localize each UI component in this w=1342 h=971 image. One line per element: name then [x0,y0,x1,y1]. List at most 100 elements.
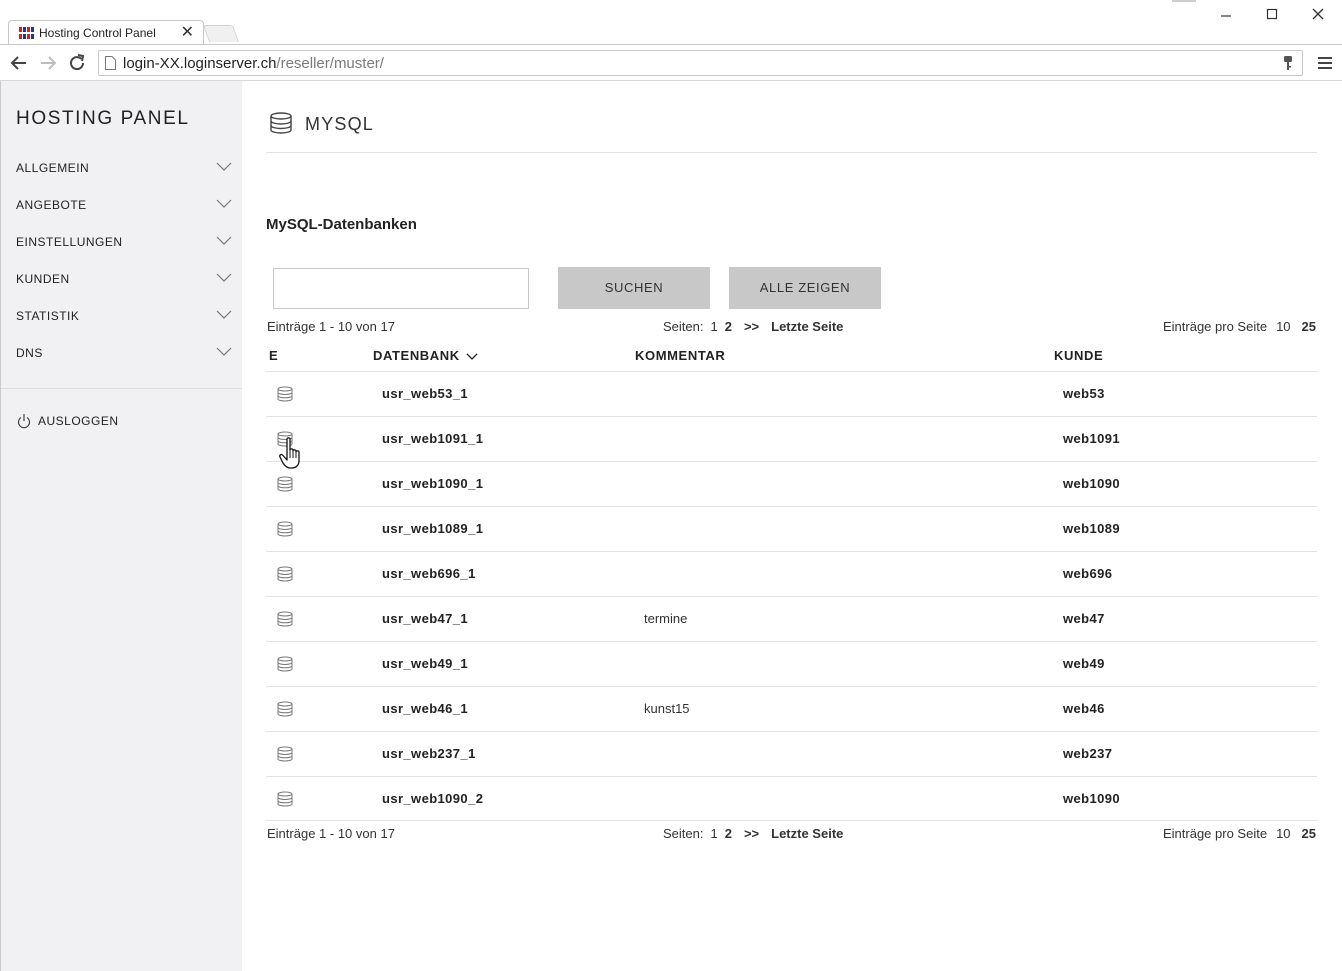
last-page-link[interactable]: Letzte Seite [771,319,843,334]
new-tab-button[interactable] [202,25,240,42]
sidebar-item-label: ANGEBOTE [16,198,87,212]
customer-name[interactable]: web46 [1063,701,1105,716]
customer-name[interactable]: web1091 [1063,431,1120,446]
pages-label: Seiten: [663,319,704,334]
column-header-datenbank[interactable]: DATENBANK [373,348,478,363]
per-page-25[interactable]: 25 [1302,826,1316,841]
last-page-link[interactable]: Letzte Seite [771,826,843,841]
sidebar-item-label: STATISTIK [16,309,80,323]
customer-name[interactable]: web47 [1063,611,1105,626]
page-link-2[interactable]: 2 [725,319,732,334]
page-link-1[interactable]: 1 [710,319,717,334]
sidebar-item-statistik[interactable]: STATISTIK [1,298,243,334]
sidebar-item-label: DNS [16,346,43,360]
customer-name[interactable]: web53 [1063,386,1105,401]
per-page-label: Einträge pro Seite [1162,826,1268,841]
database-icon[interactable] [277,611,293,627]
page-link-2[interactable]: 2 [725,826,732,841]
database-icon[interactable] [277,791,293,807]
per-page: Einträge pro Seite 10 25 [1163,319,1316,334]
pager-top: Einträge 1 - 10 von 17 Seiten: 1 2 >> Letzte… [266,319,1317,337]
show-all-button[interactable]: ALLE ZEIGEN [729,267,881,309]
chevron-down-icon [216,347,232,356]
column-header-kommentar[interactable]: KOMMENTAR [635,348,725,363]
customer-name[interactable]: web49 [1063,656,1105,671]
database-name[interactable]: usr_web46_1 [382,701,468,716]
database-name[interactable]: usr_web53_1 [382,386,468,401]
key-icon[interactable] [1282,55,1294,71]
page-link-1[interactable]: 1 [710,826,717,841]
database-name[interactable]: usr_web1090_1 [382,476,483,491]
table-row: usr_web1091_1 web1091 [266,416,1317,461]
hand-pointer-icon [279,437,300,469]
customer-name[interactable]: web1090 [1063,791,1120,806]
reload-icon[interactable] [65,51,89,75]
maximize-icon[interactable] [1249,4,1295,26]
chevron-down-icon [216,162,232,171]
per-page-25[interactable]: 25 [1302,319,1316,334]
database-name[interactable]: usr_web696_1 [382,566,476,581]
browser-tab[interactable]: Hosting Control Panel ✕ [8,20,204,45]
sidebar-item-dns[interactable]: DNS [1,335,243,371]
database-icon[interactable] [277,521,293,537]
customer-name[interactable]: web1089 [1063,521,1120,536]
table-row: usr_web1089_1 web1089 [266,506,1317,551]
back-icon[interactable] [7,51,31,75]
sidebar-item-angebote[interactable]: ANGEBOTE [1,187,243,223]
page-title: MYSQL [305,114,375,134]
next-page-link[interactable]: >> [744,826,759,841]
customer-name[interactable]: web237 [1063,746,1112,761]
forward-icon[interactable] [36,51,60,75]
sidebar-item-kunden[interactable]: KUNDEN [1,261,243,297]
sidebar-item-allgemein[interactable]: ALLGEMEIN [1,150,243,186]
pagination: Seiten: 1 2 >> Letzte Seite [663,319,843,334]
search-input[interactable] [273,268,529,309]
table-row: usr_web237_1 web237 [266,731,1317,776]
customer-name[interactable]: web696 [1063,566,1112,581]
database-icon[interactable] [277,386,293,402]
per-page-10[interactable]: 10 [1276,319,1290,334]
database-name[interactable]: usr_web1089_1 [382,521,483,536]
browser-toolbar: login-XX.loginserver.ch/reseller/muster/ [0,44,1342,81]
browser-menu-icon[interactable] [1318,56,1332,70]
sidebar-item-label: ALLGEMEIN [16,161,90,175]
column-header-kunde[interactable]: KUNDE [1054,348,1103,363]
database-icon[interactable] [277,476,293,492]
database-icon[interactable] [277,566,293,582]
logout-label: AUSLOGGEN [38,414,119,428]
main-content: MYSQL MySQL-Datenbanken SUCHEN ALLE ZEIG… [242,81,1342,971]
column-header-e[interactable]: E [269,348,278,363]
address-bar[interactable]: login-XX.loginserver.ch/reseller/muster/ [98,50,1303,76]
database-name[interactable]: usr_web1090_2 [382,791,483,806]
table-row: usr_web53_1 web53 [266,371,1317,416]
sidebar-item-label: EINSTELLUNGEN [16,235,123,249]
logout-button[interactable]: AUSLOGGEN [1,409,243,433]
header-divider [266,152,1317,153]
pages-label: Seiten: [663,826,704,841]
database-name[interactable]: usr_web47_1 [382,611,468,626]
next-page-link[interactable]: >> [744,319,759,334]
table-row: usr_web1090_2 web1090 [266,776,1317,821]
database-icon [270,112,292,134]
customer-name[interactable]: web1090 [1063,476,1120,491]
per-page-10[interactable]: 10 [1276,826,1290,841]
entries-count: Einträge 1 - 10 von 17 [267,319,395,334]
power-icon [17,414,31,429]
browser-tabstrip: Hosting Control Panel ✕ [0,0,1342,45]
chevron-down-icon [216,236,232,245]
table-row: usr_web1090_1 web1090 [266,461,1317,506]
sidebar-item-einstellungen[interactable]: EINSTELLUNGEN [1,224,243,260]
database-icon[interactable] [277,656,293,672]
close-tab-icon[interactable]: ✕ [181,23,194,43]
database-icon[interactable] [277,746,293,762]
comment: kunst15 [644,701,690,716]
database-name[interactable]: usr_web237_1 [382,746,476,761]
close-window-icon[interactable] [1295,4,1341,26]
pagination: Seiten: 1 2 >> Letzte Seite [663,826,843,841]
minimize-icon[interactable] [1203,4,1249,26]
database-icon[interactable] [277,701,293,717]
search-button[interactable]: SUCHEN [558,267,710,309]
pager-bottom: Einträge 1 - 10 von 17 Seiten: 1 2 >> Letzte… [266,826,1317,844]
database-name[interactable]: usr_web49_1 [382,656,468,671]
database-name[interactable]: usr_web1091_1 [382,431,483,446]
